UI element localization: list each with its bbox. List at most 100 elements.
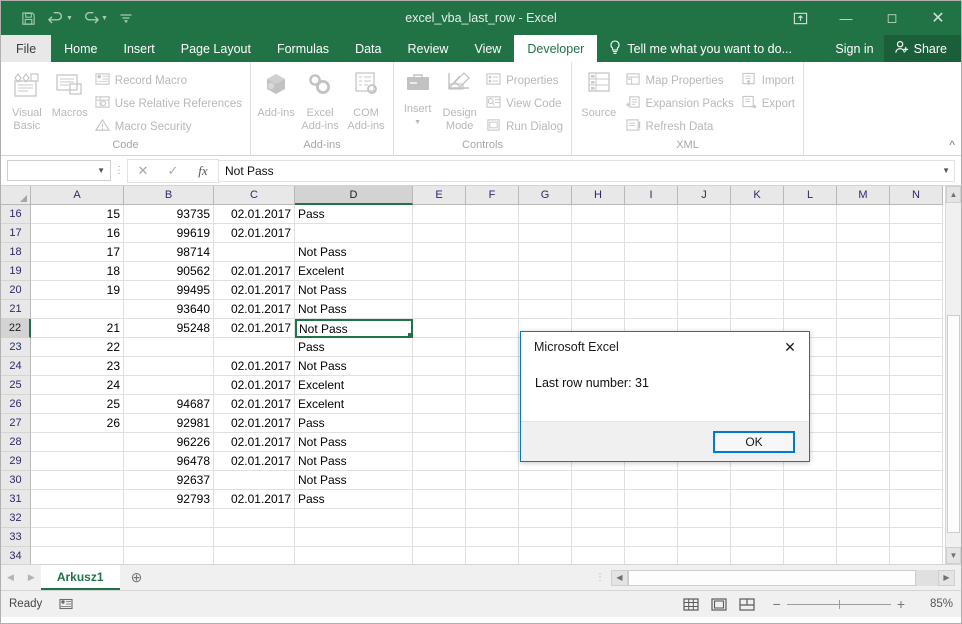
cell-a32[interactable] xyxy=(31,509,124,528)
cell-c30[interactable] xyxy=(214,471,295,490)
insert-function-icon[interactable]: fx xyxy=(188,160,218,182)
cell-c17[interactable]: 02.01.2017 xyxy=(214,224,295,243)
cell-i19[interactable] xyxy=(625,262,678,281)
cell-k21[interactable] xyxy=(731,300,784,319)
cell-a19[interactable]: 18 xyxy=(31,262,124,281)
cell-h20[interactable] xyxy=(572,281,625,300)
cell-n21[interactable] xyxy=(890,300,943,319)
ribbon-display-options-icon[interactable] xyxy=(777,1,823,35)
cell-j33[interactable] xyxy=(678,528,731,547)
cell-c25[interactable]: 02.01.2017 xyxy=(214,376,295,395)
cell-m32[interactable] xyxy=(837,509,890,528)
tab-review[interactable]: Review xyxy=(394,35,461,62)
cell-e20[interactable] xyxy=(413,281,466,300)
cell-m28[interactable] xyxy=(837,433,890,452)
cell-i18[interactable] xyxy=(625,243,678,262)
cell-h33[interactable] xyxy=(572,528,625,547)
cell-k31[interactable] xyxy=(731,490,784,509)
cell-b19[interactable]: 90562 xyxy=(124,262,214,281)
cell-e22[interactable] xyxy=(413,319,466,338)
row-header-28[interactable]: 28 xyxy=(1,433,31,452)
cell-m24[interactable] xyxy=(837,357,890,376)
export-button[interactable]: Export xyxy=(738,92,799,115)
cell-a16[interactable]: 15 xyxy=(31,205,124,224)
cell-e16[interactable] xyxy=(413,205,466,224)
cell-n25[interactable] xyxy=(890,376,943,395)
cell-a20[interactable]: 19 xyxy=(31,281,124,300)
cell-m29[interactable] xyxy=(837,452,890,471)
cell-f27[interactable] xyxy=(466,414,519,433)
macro-record-icon[interactable] xyxy=(58,596,74,613)
cell-c33[interactable] xyxy=(214,528,295,547)
cell-k19[interactable] xyxy=(731,262,784,281)
cell-f18[interactable] xyxy=(466,243,519,262)
cell-i21[interactable] xyxy=(625,300,678,319)
row-header-26[interactable]: 26 xyxy=(1,395,31,414)
cell-d17[interactable] xyxy=(295,224,413,243)
cell-k20[interactable] xyxy=(731,281,784,300)
cell-b33[interactable] xyxy=(124,528,214,547)
cell-n26[interactable] xyxy=(890,395,943,414)
cell-h19[interactable] xyxy=(572,262,625,281)
add-ins-button[interactable]: Add-ins xyxy=(255,66,297,139)
cell-a22[interactable]: 21 xyxy=(31,319,124,338)
cell-m16[interactable] xyxy=(837,205,890,224)
cell-i30[interactable] xyxy=(625,471,678,490)
scroll-left-icon[interactable]: ◀ xyxy=(611,570,628,586)
row-header-31[interactable]: 31 xyxy=(1,490,31,509)
cell-i32[interactable] xyxy=(625,509,678,528)
row-header-16[interactable]: 16 xyxy=(1,205,31,224)
column-header-a[interactable]: A xyxy=(31,186,124,205)
cell-n19[interactable] xyxy=(890,262,943,281)
zoom-slider[interactable]: − + xyxy=(773,596,905,612)
cell-b18[interactable]: 98714 xyxy=(124,243,214,262)
scroll-right-icon[interactable]: ▶ xyxy=(938,570,955,586)
cell-d19[interactable]: Excelent xyxy=(295,262,413,281)
sheet-tab-arkusz1[interactable]: Arkusz1 xyxy=(41,565,120,590)
cell-d27[interactable]: Pass xyxy=(295,414,413,433)
column-header-m[interactable]: M xyxy=(837,186,890,205)
row-header-21[interactable]: 21 xyxy=(1,300,31,319)
cell-c31[interactable]: 02.01.2017 xyxy=(214,490,295,509)
cell-f26[interactable] xyxy=(466,395,519,414)
cell-n27[interactable] xyxy=(890,414,943,433)
cell-e24[interactable] xyxy=(413,357,466,376)
cell-c23[interactable] xyxy=(214,338,295,357)
cell-g19[interactable] xyxy=(519,262,572,281)
cell-n22[interactable] xyxy=(890,319,943,338)
cell-b24[interactable] xyxy=(124,357,214,376)
cell-h21[interactable] xyxy=(572,300,625,319)
cell-k17[interactable] xyxy=(731,224,784,243)
column-header-e[interactable]: E xyxy=(413,186,466,205)
cell-h32[interactable] xyxy=(572,509,625,528)
cell-j16[interactable] xyxy=(678,205,731,224)
share-button[interactable]: Share xyxy=(884,35,961,62)
import-button[interactable]: Import xyxy=(738,69,799,92)
cell-f29[interactable] xyxy=(466,452,519,471)
cell-c20[interactable]: 02.01.2017 xyxy=(214,281,295,300)
tab-insert[interactable]: Insert xyxy=(111,35,168,62)
cell-a18[interactable]: 17 xyxy=(31,243,124,262)
design-mode-button[interactable]: Design Mode xyxy=(437,66,482,139)
cell-g16[interactable] xyxy=(519,205,572,224)
undo-dropdown-icon[interactable]: ▼ xyxy=(66,15,73,22)
cell-e17[interactable] xyxy=(413,224,466,243)
cell-m20[interactable] xyxy=(837,281,890,300)
cell-n16[interactable] xyxy=(890,205,943,224)
page-layout-view-button[interactable] xyxy=(705,594,733,614)
select-all-corner[interactable] xyxy=(1,186,31,205)
cancel-entry-icon[interactable]: ✕ xyxy=(128,160,158,182)
cell-b16[interactable]: 93735 xyxy=(124,205,214,224)
cell-i20[interactable] xyxy=(625,281,678,300)
cell-b25[interactable] xyxy=(124,376,214,395)
cell-g34[interactable] xyxy=(519,547,572,564)
cell-d34[interactable] xyxy=(295,547,413,564)
cell-g20[interactable] xyxy=(519,281,572,300)
com-add-ins-button[interactable]: COM Add-ins xyxy=(343,66,389,139)
dialog-close-icon[interactable]: ✕ xyxy=(773,333,807,361)
cell-l18[interactable] xyxy=(784,243,837,262)
cell-c28[interactable]: 02.01.2017 xyxy=(214,433,295,452)
refresh-data-button[interactable]: Refresh Data xyxy=(622,115,738,138)
cell-b31[interactable]: 92793 xyxy=(124,490,214,509)
cell-e26[interactable] xyxy=(413,395,466,414)
